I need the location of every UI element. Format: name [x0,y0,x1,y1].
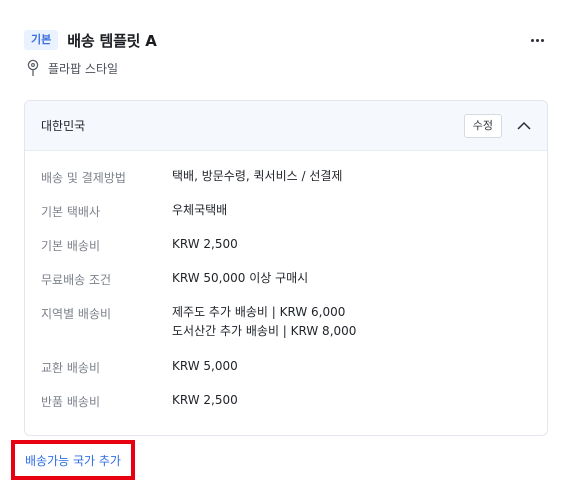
detail-label: 무료배송 조건 [41,273,112,287]
detail-value: 제주도 추가 배송비 | KRW 6,000 [172,305,346,319]
card-header: 대한민국 수정 [25,101,547,151]
detail-row: 지역별 배송비 제주도 추가 배송비 | KRW 6,000 도서산간 추가 배… [25,303,547,357]
detail-label: 기본 택배사 [41,205,101,219]
detail-row: 무료배송 조건 KRW 50,000 이상 구매시 [25,269,547,303]
detail-value: KRW 2,500 [172,237,238,251]
detail-value: KRW 50,000 이상 구매시 [172,271,309,285]
detail-row: 배송 및 결제방법 택배, 방문수령, 퀵서비스 / 선결제 [25,167,547,201]
detail-label: 반품 배송비 [41,395,101,409]
detail-value: 택배, 방문수령, 퀵서비스 / 선결제 [172,169,343,183]
detail-label: 기본 배송비 [41,239,101,253]
shipping-template-panel: 기본 배송 템플릿 A 플라팝 스타일 대한민국 수정 배송 및 결제방법 택배… [0,0,572,500]
detail-row: 기본 택배사 우체국택배 [25,201,547,235]
add-shipping-country-link[interactable]: 배송가능 국가 추가 [11,440,135,480]
detail-value: 우체국택배 [172,203,228,217]
detail-row: 기본 배송비 KRW 2,500 [25,235,547,269]
template-header: 기본 배송 템플릿 A [24,29,548,51]
add-country-label: 배송가능 국가 추가 [25,453,121,468]
default-badge: 기본 [24,30,59,50]
country-name: 대한민국 [41,119,86,133]
location-pin-icon [27,59,39,76]
shipping-details: 배송 및 결제방법 택배, 방문수령, 퀵서비스 / 선결제 기본 택배사 우체… [25,151,547,425]
style-row: 플라팝 스타일 [26,59,118,77]
edit-button[interactable]: 수정 [463,114,502,138]
more-options-icon[interactable] [526,29,548,51]
country-shipping-card: 대한민국 수정 배송 및 결제방법 택배, 방문수령, 퀵서비스 / 선결제 기… [24,100,548,436]
chevron-up-icon[interactable] [516,118,532,134]
detail-row: 반품 배송비 KRW 2,500 [25,391,547,425]
detail-label: 지역별 배송비 [41,307,112,321]
detail-label: 배송 및 결제방법 [41,171,126,185]
detail-value-secondary: 도서산간 추가 배송비 | KRW 8,000 [172,324,357,338]
style-label: 플라팝 스타일 [48,61,119,76]
detail-row: 교환 배송비 KRW 5,000 [25,357,547,391]
detail-value: KRW 5,000 [172,359,238,373]
detail-value: KRW 2,500 [172,393,238,407]
template-title: 배송 템플릿 A [67,31,157,50]
detail-label: 교환 배송비 [41,361,101,375]
